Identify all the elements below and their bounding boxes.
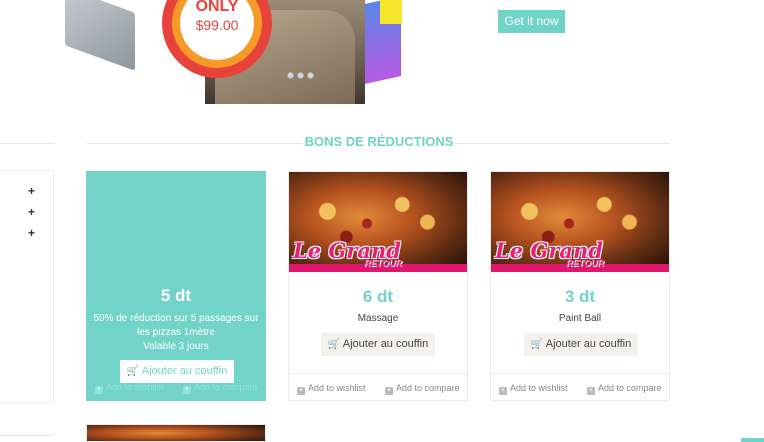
- card-footer: + Add to wishlist + Add to compare: [289, 373, 467, 400]
- product-card[interactable]: [86, 424, 266, 442]
- card-price: 5 dt: [160, 286, 192, 305]
- plus-icon: +: [587, 387, 595, 395]
- pizza-image[interactable]: [87, 425, 265, 441]
- wishlist-label: Add to wishlist: [510, 383, 568, 393]
- shopping-bag-image: [65, 0, 135, 71]
- add-to-wishlist-link[interactable]: + Add to wishlist: [95, 382, 164, 394]
- divider: [87, 143, 303, 144]
- add-to-cart-label: Ajouter au couffin: [342, 338, 429, 350]
- compare-label: Add to compare: [194, 382, 258, 392]
- pizza-image-subtitle: RETOUR: [566, 258, 604, 268]
- plus-icon: +: [183, 386, 191, 394]
- card-description: 50% de réduction sur 5 passages sur les …: [93, 313, 259, 338]
- compare-label: Add to compare: [396, 383, 460, 393]
- card-description: Massage: [357, 313, 399, 324]
- product-card[interactable]: 5 dt 50% de réduction sur 5 passages sur…: [86, 171, 266, 401]
- product-card[interactable]: Le Grand RETOUR 3 dt Paint Ball 🛒 Ajouter…: [490, 171, 670, 401]
- card-price: 6 dt: [362, 287, 394, 306]
- divider: [455, 143, 670, 144]
- plus-icon: +: [297, 387, 305, 395]
- pizza-image-subtitle: RETOUR: [364, 258, 402, 268]
- add-to-cart-label: Ajouter au couffin: [545, 338, 632, 350]
- scroll-to-top-button[interactable]: [741, 438, 764, 442]
- category-sidebar: + + +: [0, 170, 54, 404]
- carousel-dot[interactable]: [287, 72, 294, 79]
- divider: [0, 435, 54, 436]
- hero-banner[interactable]: ONLY $99.00: [65, 0, 405, 104]
- shopping-cart-icon: 🛒: [530, 339, 544, 350]
- wishlist-label: Add to wishlist: [106, 382, 164, 392]
- promo-price: $99.00: [195, 17, 239, 33]
- pizza-image[interactable]: Le Grand RETOUR: [491, 172, 669, 272]
- carousel-dot[interactable]: [297, 72, 304, 79]
- add-to-compare-link[interactable]: + Add to compare: [385, 383, 460, 395]
- add-to-compare-link[interactable]: + Add to compare: [587, 383, 662, 395]
- plus-icon: +: [499, 387, 507, 395]
- plus-icon[interactable]: +: [27, 227, 36, 239]
- add-to-cart-button[interactable]: 🛒 Ajouter au couffin: [321, 333, 435, 356]
- card-price: 3 dt: [564, 287, 596, 306]
- shopping-bag-image: [380, 0, 402, 24]
- carousel-dots: [287, 72, 314, 79]
- wishlist-label: Add to wishlist: [308, 383, 366, 393]
- add-to-compare-link[interactable]: + Add to compare: [183, 382, 258, 394]
- section-title: BONS DE RÉDUCTIONS: [304, 134, 454, 149]
- card-description: Paint Ball: [558, 313, 602, 324]
- card-footer: + Add to wishlist + Add to compare: [87, 373, 265, 400]
- add-to-wishlist-link[interactable]: + Add to wishlist: [297, 383, 366, 395]
- product-card[interactable]: Le Grand RETOUR 6 dt Massage 🛒 Ajouter au…: [288, 171, 468, 401]
- add-to-cart-button[interactable]: 🛒 Ajouter au couffin: [524, 333, 638, 356]
- get-it-now-button[interactable]: Get it now: [498, 10, 565, 33]
- plus-icon[interactable]: +: [27, 206, 36, 218]
- plus-icon: +: [385, 387, 393, 395]
- card-validity: Valable 3 jours: [143, 341, 209, 352]
- promo-only-label: ONLY: [195, 0, 239, 15]
- shopping-cart-icon: 🛒: [327, 339, 341, 350]
- plus-icon[interactable]: +: [27, 185, 36, 197]
- pizza-image[interactable]: Le Grand RETOUR: [289, 172, 467, 272]
- plus-icon: +: [95, 386, 103, 394]
- page: ONLY $99.00 Get it now BONS DE RÉDUCTION…: [0, 0, 764, 442]
- compare-label: Add to compare: [598, 383, 662, 393]
- divider: [0, 143, 55, 144]
- card-footer: + Add to wishlist + Add to compare: [491, 373, 669, 400]
- carousel-dot[interactable]: [307, 72, 314, 79]
- add-to-wishlist-link[interactable]: + Add to wishlist: [499, 383, 568, 395]
